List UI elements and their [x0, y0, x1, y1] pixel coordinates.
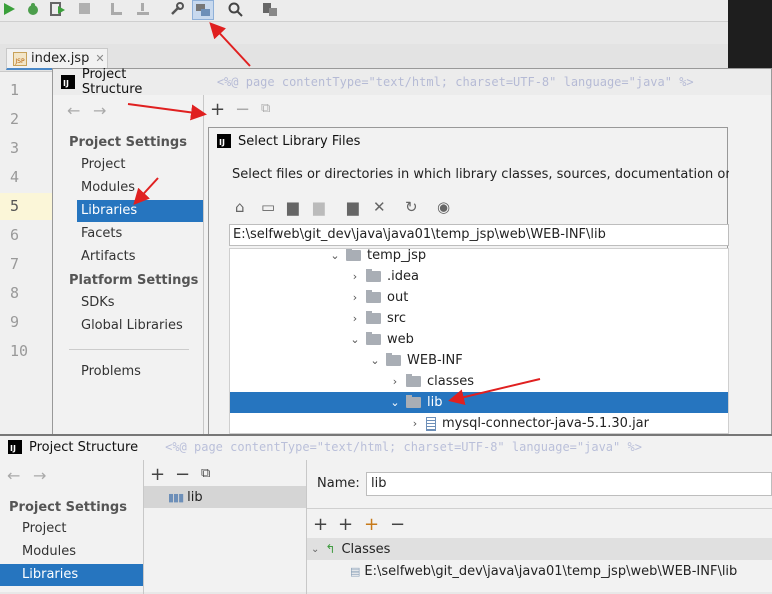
add-classes-icon[interactable]: + — [338, 514, 353, 535]
folder-icon: ▤ — [350, 564, 361, 578]
front-sidebar-separator — [143, 460, 144, 594]
front-sidebar-item-libraries[interactable]: Libraries — [0, 564, 143, 586]
list-separator — [306, 460, 307, 594]
classes-label: Classes — [341, 541, 391, 557]
front-project-settings-header: Project Settings — [9, 500, 127, 515]
chevron-down-icon: ⌄ — [311, 543, 320, 555]
front-titlebar: IJ Project Structure <%@ page contentTyp… — [0, 436, 772, 458]
copy-library-icon[interactable]: ⧉ — [201, 466, 210, 481]
arrow-to-lib — [448, 378, 541, 405]
back-arrow-icon[interactable]: ← — [7, 466, 20, 485]
classes-path: E:\selfweb\git_dev\java\java01\temp_jsp\… — [364, 563, 738, 579]
annotation-arrows — [127, 22, 541, 405]
arrow-to-add — [127, 103, 207, 121]
code-snippet: <%@ page contentType="text/html; charset… — [165, 440, 642, 454]
library-list-item[interactable]: ▮▮▮ lib — [144, 486, 306, 508]
name-label: Name: — [317, 476, 360, 491]
front-sidebar-item-modules[interactable]: Modules — [22, 541, 76, 563]
library-icon: ▮▮▮ — [168, 490, 184, 504]
classes-path-row[interactable]: ▤ E:\selfweb\git_dev\java\java01\temp_js… — [350, 560, 737, 582]
project-structure-dialog-front: IJ Project Structure <%@ page contentTyp… — [0, 434, 772, 594]
add-root-icon[interactable]: + — [313, 514, 328, 535]
add-library-icon[interactable]: + — [150, 464, 165, 485]
add-sources-icon[interactable]: + — [364, 514, 379, 535]
details-divider — [307, 508, 772, 509]
arrow-to-libraries — [133, 177, 159, 205]
front-sidebar-item-project[interactable]: Project — [22, 518, 66, 540]
remove-root-icon[interactable]: − — [390, 514, 405, 535]
name-field[interactable]: lib — [366, 472, 772, 496]
library-list-label: lib — [187, 489, 203, 505]
front-dialog-title: Project Structure — [29, 439, 139, 455]
intellij-logo-icon: IJ — [8, 440, 22, 454]
classes-icon: ↰ — [325, 542, 336, 556]
remove-library-icon[interactable]: − — [175, 464, 190, 485]
forward-arrow-icon[interactable]: → — [33, 466, 46, 485]
classes-header[interactable]: ⌄ ↰ Classes — [307, 538, 772, 560]
arrow-to-project-structure — [209, 22, 251, 67]
